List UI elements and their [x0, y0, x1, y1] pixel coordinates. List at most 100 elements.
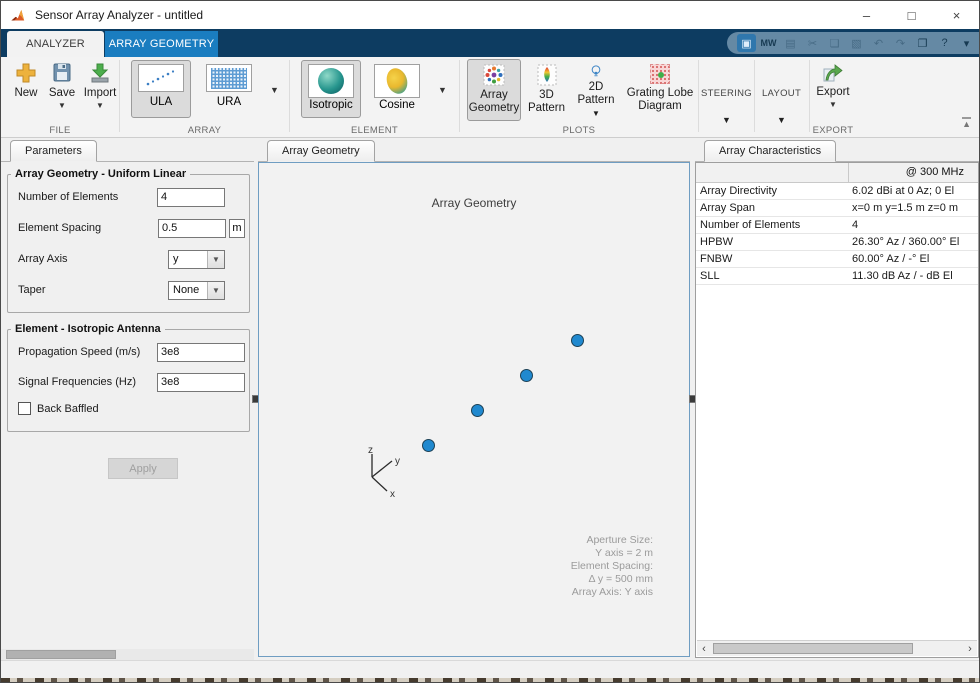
- element-gallery-expand-icon[interactable]: ▼: [438, 85, 447, 95]
- grating-lobe-button[interactable]: Grating Lobe Diagram: [623, 59, 697, 121]
- isotropic-button[interactable]: Isotropic: [301, 60, 361, 118]
- array-geometry-plot-label-1: Array: [480, 89, 508, 101]
- back-baffled-checkbox[interactable]: [18, 402, 31, 415]
- plot-tabrow: Array Geometry: [258, 138, 690, 162]
- parameters-hscrollbar[interactable]: [1, 649, 254, 660]
- file-group-label: FILE: [49, 125, 71, 136]
- export-button[interactable]: Export ▼: [813, 60, 853, 109]
- collapse-ribbon-icon[interactable]: ▲: [962, 117, 971, 129]
- pattern-2d-button[interactable]: 2D Pattern ▼: [571, 59, 621, 121]
- characteristics-row: Number of Elements 4: [696, 216, 978, 234]
- taper-value: None: [173, 283, 200, 296]
- tab-array-characteristics[interactable]: Array Characteristics: [704, 140, 837, 162]
- isotropic-label: Isotropic: [309, 99, 353, 111]
- annotation-line: Array Axis: Y axis: [571, 586, 653, 598]
- parameters-panel: Parameters Array Geometry - Uniform Line…: [1, 138, 254, 660]
- characteristic-label: Number of Elements: [696, 216, 848, 234]
- array-geometry-plot-icon: [483, 64, 505, 86]
- pattern-3d-label-2: Pattern: [527, 102, 566, 114]
- characteristics-panel: Array Characteristics @ 300 MHz Array Di…: [695, 138, 979, 660]
- close-button[interactable]: ×: [934, 1, 979, 29]
- taper-select[interactable]: None ▼: [168, 280, 225, 300]
- minimize-button[interactable]: –: [844, 1, 889, 29]
- cut-icon: ✂: [807, 37, 818, 50]
- save-icon: [53, 63, 71, 82]
- signal-frequencies-input[interactable]: [157, 372, 245, 392]
- app-window: Sensor Array Analyzer - untitled – □ × A…: [0, 0, 980, 683]
- hscroll-right-arrow-icon[interactable]: ›: [963, 641, 977, 656]
- desktop-icon[interactable]: ▣: [737, 34, 756, 52]
- taper-label: Taper: [18, 284, 46, 296]
- ribbon-group-steering[interactable]: STEERING ▼: [699, 57, 754, 137]
- window-title: Sensor Array Analyzer - untitled: [35, 8, 204, 22]
- array-geometry-group-title: Array Geometry - Uniform Linear: [11, 168, 191, 180]
- characteristic-value: 11.30 dB Az / - dB El: [848, 267, 978, 285]
- array-gallery-expand-icon[interactable]: ▼: [270, 85, 279, 95]
- windows-icon[interactable]: ❐: [913, 34, 932, 52]
- ura-icon: [206, 64, 252, 92]
- ribbon-group-file: New Save ▼ Import ▼ FILE: [1, 57, 119, 137]
- array-geometry-groupbox: Array Geometry - Uniform Linear Number o…: [7, 168, 250, 313]
- tab-parameters[interactable]: Parameters: [10, 140, 97, 162]
- isotropic-icon: [308, 64, 354, 98]
- ura-button[interactable]: URA: [199, 60, 259, 118]
- pattern-2d-label-2: Pattern: [577, 94, 615, 106]
- hscroll-left-arrow-icon[interactable]: ‹: [697, 641, 711, 656]
- ribbon-group-layout[interactable]: LAYOUT ▼: [755, 57, 808, 137]
- characteristic-label: HPBW: [696, 233, 848, 251]
- array-group-label: ARRAY: [187, 125, 222, 136]
- array-element-marker: [471, 403, 485, 417]
- ula-button[interactable]: ULA: [131, 60, 191, 118]
- characteristic-value: x=0 m y=1.5 m z=0 m: [848, 199, 978, 217]
- help-icon[interactable]: ?: [935, 34, 954, 52]
- ula-label: ULA: [149, 96, 173, 108]
- array-geometry-plot-button[interactable]: Array Geometry: [467, 59, 521, 121]
- tab-array-geometry-doc[interactable]: Array Geometry: [267, 140, 375, 162]
- parameters-hscroll-thumb[interactable]: [6, 650, 116, 659]
- import-button[interactable]: Import ▼: [81, 61, 119, 110]
- paste-icon: ▧: [851, 37, 862, 50]
- pattern-2d-dropdown-icon[interactable]: ▼: [592, 109, 600, 118]
- import-dropdown-arrow-icon[interactable]: ▼: [96, 102, 104, 110]
- save-dropdown-arrow-icon[interactable]: ▼: [58, 102, 66, 110]
- redo-icon: ↷: [895, 37, 906, 50]
- cosine-button[interactable]: Cosine: [367, 60, 427, 118]
- plot-panel: Array Geometry Array Geometry z y x Aper…: [258, 138, 690, 660]
- new-icon: [16, 63, 36, 83]
- characteristics-row: Array Span x=0 m y=1.5 m z=0 m: [696, 199, 978, 217]
- array-axis-select[interactable]: y ▼: [168, 249, 225, 269]
- export-group-label: EXPORT: [812, 125, 854, 136]
- new-button[interactable]: New: [9, 61, 43, 100]
- main-area: Parameters Array Geometry - Uniform Line…: [1, 138, 979, 660]
- annotation-line: Element Spacing:: [570, 560, 653, 572]
- num-elements-input[interactable]: [157, 187, 225, 207]
- grating-lobe-label-1: Grating Lobe: [626, 87, 694, 99]
- tab-array-geometry[interactable]: ARRAY GEOMETRY: [105, 31, 218, 57]
- plot-content: Array Geometry z y x Aperture Size: Y ax…: [258, 162, 690, 657]
- characteristics-hscroll-thumb[interactable]: [713, 643, 913, 654]
- characteristics-hscrollbar[interactable]: ‹ ›: [697, 640, 977, 656]
- element-spacing-input[interactable]: [158, 218, 226, 238]
- characteristics-row: HPBW 26.30° Az / 360.00° El: [696, 233, 978, 251]
- propagation-speed-input[interactable]: [157, 342, 245, 362]
- spacing-unit-button[interactable]: m: [229, 218, 245, 238]
- ribbon: New Save ▼ Import ▼ FILE ULA URA ▼ ARRAY…: [1, 57, 979, 138]
- pattern-3d-label-1: 3D: [539, 89, 554, 101]
- pattern-2d-label-1: 2D: [588, 81, 604, 93]
- mathworks-icon[interactable]: MW: [759, 34, 778, 52]
- grating-lobe-icon: [650, 64, 670, 84]
- title-bar: Sensor Array Analyzer - untitled – □ ×: [1, 1, 979, 29]
- characteristic-value: 26.30° Az / 360.00° El: [848, 233, 978, 251]
- apply-button[interactable]: Apply: [108, 458, 178, 479]
- tab-analyzer[interactable]: ANALYZER: [7, 31, 104, 57]
- layout-dropdown-icon[interactable]: ▼: [755, 115, 808, 125]
- steering-dropdown-icon[interactable]: ▼: [699, 115, 754, 125]
- pattern-3d-button[interactable]: 3D Pattern: [524, 59, 569, 121]
- export-dropdown-icon[interactable]: ▼: [829, 101, 837, 109]
- save-button[interactable]: Save ▼: [45, 61, 79, 110]
- plots-group-label: PLOTS: [562, 125, 596, 136]
- dropdown-icon[interactable]: ▾: [957, 34, 976, 52]
- characteristic-value: 6.02 dBi at 0 Az; 0 El: [848, 182, 978, 200]
- maximize-button[interactable]: □: [889, 1, 934, 29]
- array-element-marker: [570, 333, 584, 347]
